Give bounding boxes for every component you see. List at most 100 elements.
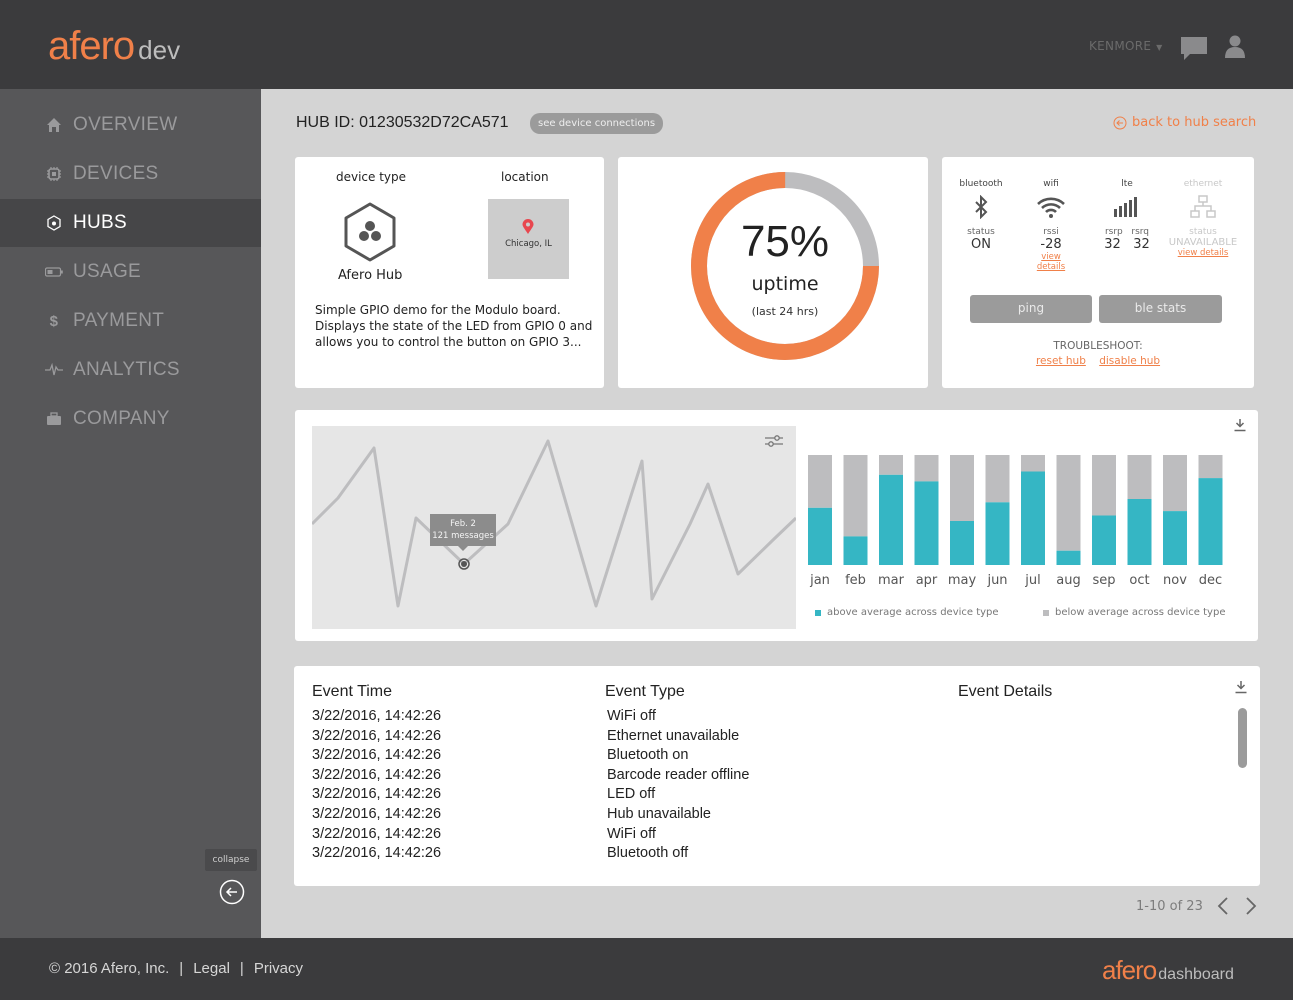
sidebar-item-label: DEVICES <box>73 163 159 184</box>
dollar-icon: $ <box>49 312 59 330</box>
x-tick-label: jul <box>1024 573 1040 588</box>
collapse-sidebar-icon[interactable] <box>219 879 245 905</box>
event-type-cell: WiFi off <box>607 708 656 724</box>
disable-hub-link[interactable]: disable hub <box>1099 355 1160 367</box>
user-icon[interactable] <box>1225 35 1245 59</box>
sidebar-item-company[interactable]: COMPANY <box>0 395 261 443</box>
wifi-label: wifi <box>1043 179 1059 189</box>
bar-above-average-apr[interactable] <box>914 481 939 565</box>
column-header-event-time[interactable]: Event Time <box>312 683 392 701</box>
table-row[interactable]: 3/22/2016, 14:42:26 WiFi off <box>312 708 1012 728</box>
table-row[interactable]: 3/22/2016, 14:42:26 LED off <box>312 786 1012 806</box>
footer-logo: afero dashboard <box>1102 955 1234 986</box>
sidebar-item-label: ANALYTICS <box>73 359 180 380</box>
event-time-cell: 3/22/2016, 14:42:26 <box>312 825 442 842</box>
table-row[interactable]: 3/22/2016, 14:42:26 Barcode reader offlin… <box>312 767 1012 787</box>
lte-label: lte <box>1121 179 1133 189</box>
bar-above-average-jul[interactable] <box>1021 471 1045 566</box>
sidebar-item-hubs[interactable]: HUBS <box>0 199 261 247</box>
sidebar-item-label: COMPANY <box>73 408 170 429</box>
ble-stats-button[interactable]: ble stats <box>1099 295 1222 323</box>
legend-swatch-teal <box>815 609 821 616</box>
bar-below-average-jul[interactable] <box>1021 455 1045 472</box>
bar-below-average-may[interactable] <box>950 455 974 521</box>
table-row[interactable]: 3/22/2016, 14:42:26 Ethernet unavailable <box>312 728 1012 748</box>
ethernet-view-details-link[interactable]: view details <box>1168 248 1238 258</box>
event-time-cell: 3/22/2016, 14:42:26 <box>312 766 442 783</box>
bar-above-average-sep[interactable] <box>1092 515 1116 566</box>
filter-sliders-icon[interactable] <box>764 434 784 448</box>
download-icon[interactable] <box>1233 418 1247 432</box>
sidebar-item-devices[interactable]: DEVICES <box>0 150 261 198</box>
chip-icon <box>45 165 63 183</box>
bar-below-average-apr[interactable] <box>914 455 939 482</box>
wifi-view-details-link[interactable]: view details <box>1026 252 1076 272</box>
sidebar-item-usage[interactable]: USAGE <box>0 248 261 296</box>
messages-line-chart[interactable]: Feb. 2 121 messages <box>312 426 796 629</box>
x-tick-label: sep <box>1092 573 1115 588</box>
bar-below-average-feb[interactable] <box>843 455 868 537</box>
bar-above-average-jun[interactable] <box>985 502 1010 565</box>
bar-below-average-oct[interactable] <box>1127 455 1152 499</box>
location-map[interactable]: Chicago, IL <box>488 199 569 279</box>
privacy-link[interactable]: Privacy <box>254 960 303 977</box>
hub-id-title: HUB ID: 01230532D72CA571 <box>296 114 509 131</box>
table-row[interactable]: 3/22/2016, 14:42:26 WiFi off <box>312 826 1012 846</box>
bar-above-average-nov[interactable] <box>1163 511 1187 565</box>
column-header-event-details[interactable]: Event Details <box>958 683 1052 701</box>
bar-above-average-jan[interactable] <box>808 507 832 565</box>
ethernet-status-label: status <box>1189 227 1217 237</box>
sidebar-item-payment[interactable]: $ PAYMENT <box>0 297 261 345</box>
bar-above-average-mar[interactable] <box>879 474 903 565</box>
lte-rsrp-label: rsrp <box>1104 227 1123 237</box>
legal-link[interactable]: Legal <box>193 960 230 977</box>
chevron-left-icon[interactable] <box>1217 896 1229 916</box>
bar-below-average-sep[interactable] <box>1092 455 1116 516</box>
table-row[interactable]: 3/22/2016, 14:42:26 Hub unavailable <box>312 806 1012 826</box>
wifi-status: wifi rssi -28 view details <box>1026 179 1076 272</box>
top-header: afero dev KENMORE ▼ <box>0 0 1293 89</box>
events-scrollbar[interactable] <box>1238 708 1247 768</box>
sidebar-item-overview[interactable]: OVERVIEW <box>0 101 261 149</box>
bar-below-average-dec[interactable] <box>1198 455 1223 479</box>
bar-below-average-jan[interactable] <box>808 455 832 508</box>
bar-below-average-nov[interactable] <box>1163 455 1187 512</box>
see-device-connections-button[interactable]: see device connections <box>530 113 664 134</box>
pagination-label: 1-10 of 23 <box>1136 898 1203 914</box>
ping-button[interactable]: ping <box>970 295 1092 323</box>
bar-above-average-may[interactable] <box>950 521 974 565</box>
x-tick-label: mar <box>878 573 905 588</box>
chevron-right-icon[interactable] <box>1245 896 1257 916</box>
download-icon[interactable] <box>1234 680 1248 694</box>
event-time-cell: 3/22/2016, 14:42:26 <box>312 747 442 764</box>
hub-device-icon <box>344 202 396 262</box>
sidebar-item-analytics[interactable]: ANALYTICS <box>0 346 261 394</box>
back-arrow-icon <box>1113 116 1127 129</box>
uptime-card: 75% uptime (last 24 hrs) <box>618 157 928 388</box>
table-row[interactable]: 3/22/2016, 14:42:26 Bluetooth off <box>312 845 1012 865</box>
bar-above-average-oct[interactable] <box>1127 499 1152 565</box>
bar-above-average-aug[interactable] <box>1056 550 1081 565</box>
footer-links: © 2016 Afero, Inc. | Legal | Privacy <box>49 960 303 977</box>
event-time-cell: 3/22/2016, 14:42:26 <box>312 708 442 724</box>
home-icon <box>45 116 63 134</box>
chat-icon[interactable] <box>1180 36 1208 62</box>
bluetooth-status-value: ON <box>971 237 991 252</box>
pulse-icon <box>45 361 63 379</box>
ethernet-network-icon <box>1190 195 1216 218</box>
account-dropdown[interactable]: KENMORE ▼ <box>1089 39 1163 53</box>
legend-above-average: above average across device type <box>815 607 999 618</box>
app-logo[interactable]: afero dev <box>48 24 180 69</box>
bar-below-average-jun[interactable] <box>985 455 1010 503</box>
column-header-event-type[interactable]: Event Type <box>605 683 685 701</box>
bar-below-average-mar[interactable] <box>879 455 903 475</box>
event-type-cell: Bluetooth on <box>607 747 689 764</box>
table-row[interactable]: 3/22/2016, 14:42:26 Bluetooth on <box>312 747 1012 767</box>
back-to-hub-search-link[interactable]: back to hub search <box>1113 115 1256 130</box>
reset-hub-link[interactable]: reset hub <box>1036 355 1086 367</box>
event-type-cell: Barcode reader offline <box>607 766 750 783</box>
bar-above-average-dec[interactable] <box>1198 478 1223 565</box>
bar-below-average-aug[interactable] <box>1056 455 1081 551</box>
bar-above-average-feb[interactable] <box>843 536 868 565</box>
location-label: location <box>501 170 549 184</box>
